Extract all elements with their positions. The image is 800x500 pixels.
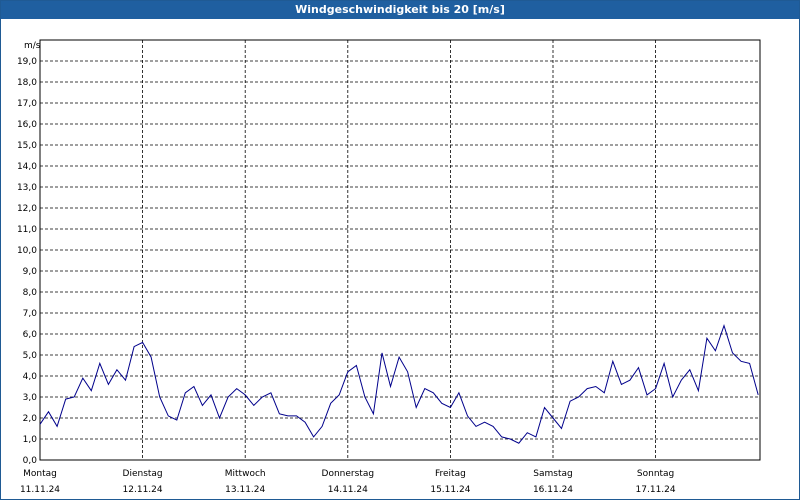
- x-tick-weekday: Sonntag: [637, 469, 674, 479]
- y-tick-label: 6,0: [23, 330, 38, 340]
- wind-speed-line: [39, 323, 759, 444]
- y-tick-label: 9,0: [23, 267, 38, 277]
- y-tick-label: 5,0: [23, 351, 38, 361]
- chart-svg: 0,0 1,0 2,0 3,0 4,0 5,0 6,0 7,0 8,0 9,0 10,0 11,0 12…: [17, 39, 761, 495]
- y-tick-label: 11,0: [17, 225, 37, 235]
- x-tick-date: 14.11.24: [328, 485, 368, 495]
- y-tick-label: 8,0: [23, 288, 38, 298]
- y-tick-label: 14,0: [17, 162, 37, 172]
- x-tick-date: 13.11.24: [225, 485, 265, 495]
- y-tick-label: 1,0: [23, 435, 38, 445]
- grid-lines: [40, 39, 760, 460]
- x-tick-date: 12.11.24: [123, 485, 163, 495]
- y-tick-label: 18,0: [17, 78, 37, 88]
- y-tick-label: 3,0: [23, 393, 38, 403]
- y-tick-label: 13,0: [17, 183, 37, 193]
- y-tick-label: 19,0: [17, 57, 37, 67]
- y-tick-label: 0,0: [23, 456, 38, 466]
- y-tick-label: 7,0: [23, 309, 38, 319]
- y-tick-label: 16,0: [17, 120, 37, 130]
- x-tick-weekday: Mittwoch: [225, 469, 266, 479]
- x-tick-weekday: Donnerstag: [322, 469, 375, 479]
- y-tick-label: 17,0: [17, 99, 37, 109]
- y-axis-label: m/s: [24, 41, 41, 51]
- y-tick-label: 12,0: [17, 204, 37, 214]
- y-axis-ticks: 0,0 1,0 2,0 3,0 4,0 5,0 6,0 7,0 8,0 9,0 10,0 11,0 12…: [17, 57, 37, 466]
- x-tick-date: 11.11.24: [20, 485, 60, 495]
- x-axis-ticks: Montag 11.11.24 Dienstag 12.11.24 Mittwoch 13…: [20, 469, 676, 495]
- x-tick-date: 17.11.24: [636, 485, 676, 495]
- y-tick-label: 2,0: [23, 414, 38, 424]
- x-tick-weekday: Freitag: [435, 469, 466, 479]
- x-tick-date: 16.11.24: [533, 485, 573, 495]
- x-tick-weekday: Montag: [23, 469, 57, 479]
- y-tick-label: 10,0: [17, 246, 37, 256]
- x-tick-weekday: Dienstag: [123, 469, 163, 479]
- y-tick-label: 4,0: [23, 372, 38, 382]
- y-tick-label: 15,0: [17, 141, 37, 151]
- x-tick-weekday: Samstag: [533, 469, 572, 479]
- x-tick-date: 15.11.24: [430, 485, 470, 495]
